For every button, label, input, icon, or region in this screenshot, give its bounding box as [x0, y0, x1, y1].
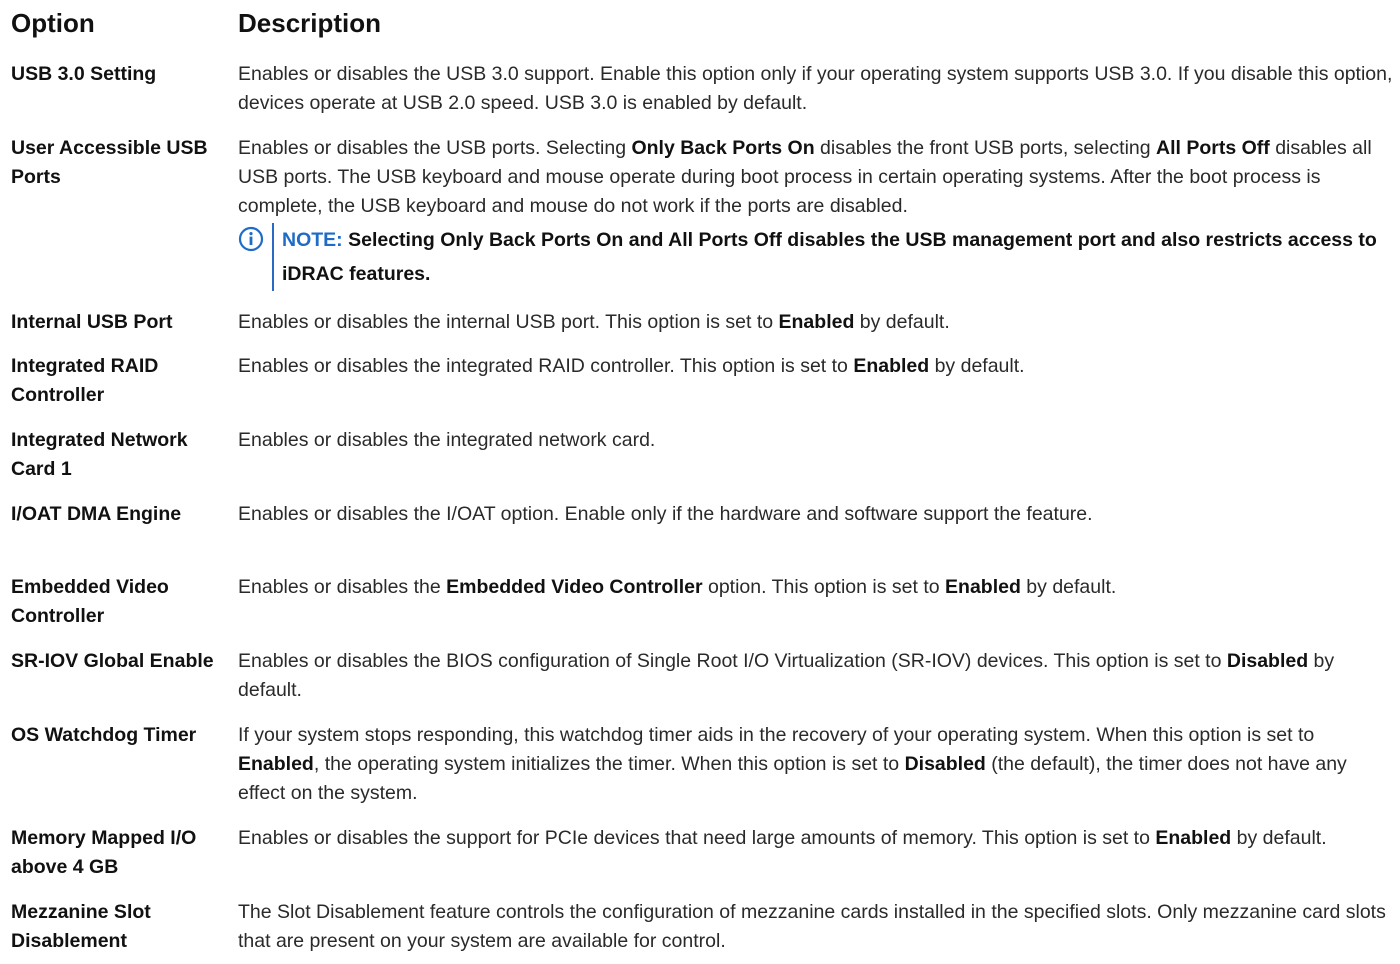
header-option: Option — [11, 8, 95, 38]
table-row: USB 3.0 Setting Enables or disables the … — [11, 60, 1396, 134]
table-row: Memory Mapped I/O above 4 GB Enables or … — [11, 824, 1396, 898]
options-table: Option Description USB 3.0 Setting Enabl… — [11, 8, 1396, 964]
table-row: User Accessible USB Ports Enables or dis… — [11, 134, 1396, 308]
option-name: I/OAT DMA Engine — [11, 503, 182, 525]
option-description: Enables or disables the I/OAT option. En… — [238, 503, 1093, 525]
option-name: User Accessible USB Ports — [11, 137, 208, 188]
table-header: Option Description — [11, 8, 1396, 46]
option-description: Enables or disables the integrated netwo… — [238, 429, 656, 451]
option-name: SR-IOV Global Enable — [11, 650, 214, 672]
table-row: I/OAT DMA Engine Enables or disables the… — [11, 500, 1396, 573]
table-row: Mezzanine Slot Disablement The Slot Disa… — [11, 898, 1396, 964]
option-description: Enables or disables the BIOS configurati… — [238, 650, 1335, 701]
option-name: Integrated Network Card 1 — [11, 429, 188, 480]
header-description: Description — [238, 8, 382, 38]
option-name: Mezzanine Slot Disablement — [11, 901, 151, 952]
table-row: OS Watchdog Timer If your system stops r… — [11, 721, 1396, 824]
table-row: Integrated Network Card 1 Enables or dis… — [11, 426, 1396, 500]
option-description: Enables or disables the support for PCIe… — [238, 827, 1327, 849]
table-row: Internal USB Port Enables or disables th… — [11, 308, 1396, 352]
option-name: Memory Mapped I/O above 4 GB — [11, 827, 197, 878]
option-description: The Slot Disablement feature controls th… — [238, 901, 1386, 952]
option-name: Internal USB Port — [11, 311, 173, 333]
note-callout: NOTE: Selecting Only Back Ports On and A… — [238, 223, 1396, 291]
option-name: Embedded Video Controller — [11, 576, 169, 627]
option-name: OS Watchdog Timer — [11, 724, 197, 746]
table-row: SR-IOV Global Enable Enables or disables… — [11, 647, 1396, 721]
option-description: Enables or disables the Embedded Video C… — [238, 576, 1117, 598]
table-row: Embedded Video Controller Enables or dis… — [11, 573, 1396, 647]
option-name: USB 3.0 Setting — [11, 63, 157, 85]
description-text: Enables or disables the USB ports. Selec… — [238, 137, 1372, 217]
info-circle-icon — [238, 226, 264, 252]
option-description: Enables or disables the USB ports. Selec… — [238, 134, 1396, 308]
option-description: Enables or disables the USB 3.0 support.… — [238, 63, 1393, 114]
table-row: Integrated RAID Controller Enables or di… — [11, 352, 1396, 426]
option-description: Enables or disables the integrated RAID … — [238, 355, 1025, 377]
option-name: Integrated RAID Controller — [11, 355, 159, 406]
note-label: NOTE: — [282, 229, 343, 251]
option-description: If your system stops responding, this wa… — [238, 724, 1347, 804]
option-description: Enables or disables the internal USB por… — [238, 311, 950, 333]
note-text: NOTE: Selecting Only Back Ports On and A… — [272, 223, 1396, 291]
